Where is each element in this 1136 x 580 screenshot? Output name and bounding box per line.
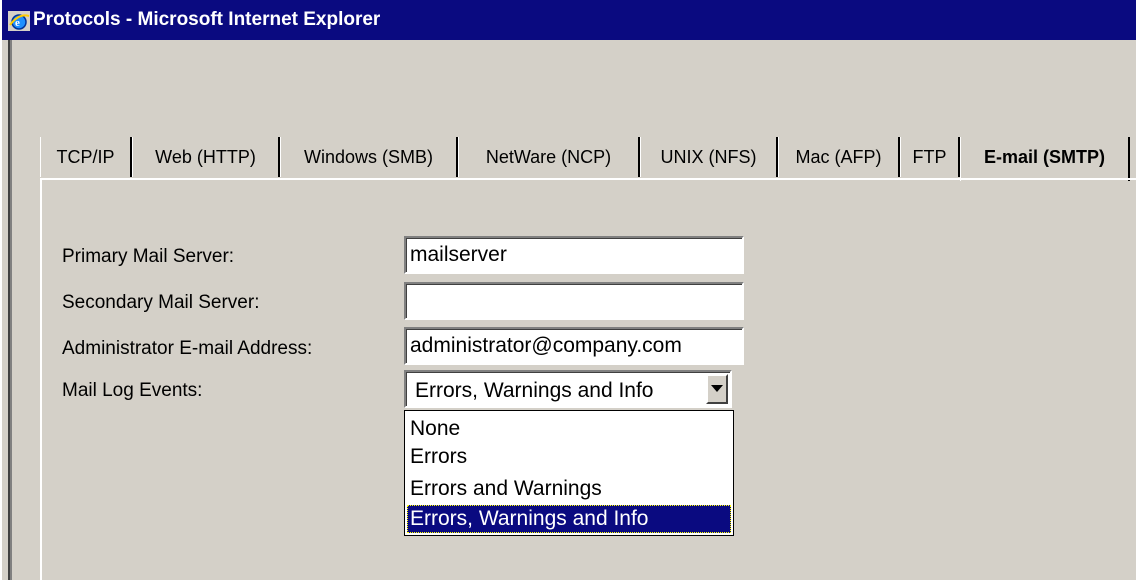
frame-shadow-line-inner xyxy=(10,40,12,580)
tab-unix-nfs[interactable]: UNIX (NFS) xyxy=(640,137,778,177)
tab-mac-afp[interactable]: Mac (AFP) xyxy=(778,137,900,177)
tab-netware-ncp[interactable]: NetWare (NCP) xyxy=(458,137,640,177)
tab-tcpip[interactable]: TCP/IP xyxy=(40,137,132,177)
secondary-mail-server-label: Secondary Mail Server: xyxy=(62,292,260,313)
tab-email-smtp[interactable]: E-mail (SMTP) xyxy=(960,137,1130,181)
tab-web-http[interactable]: Web (HTTP) xyxy=(132,137,280,177)
chevron-down-icon xyxy=(711,385,723,392)
mail-log-events-dropdown-list[interactable]: None Errors Errors and Warnings Errors, … xyxy=(404,410,734,536)
secondary-mail-server-input[interactable] xyxy=(404,282,744,320)
mail-log-events-select[interactable]: Errors, Warnings and Info xyxy=(404,370,732,408)
tab-windows-smb[interactable]: Windows (SMB) xyxy=(280,137,458,177)
mail-log-events-label: Mail Log Events: xyxy=(62,380,203,401)
select-current-value: Errors, Warnings and Info xyxy=(415,379,654,402)
option-none[interactable]: None xyxy=(407,415,731,443)
primary-mail-server-input[interactable]: mailserver xyxy=(404,236,744,274)
option-errors-warnings[interactable]: Errors and Warnings xyxy=(407,475,731,503)
window-title: Protocols - Microsoft Internet Explorer xyxy=(33,9,381,30)
dropdown-button[interactable] xyxy=(706,374,728,404)
admin-email-input[interactable]: administrator@company.com xyxy=(404,327,744,365)
panel-top-edge xyxy=(40,178,1136,180)
tab-ftp[interactable]: FTP xyxy=(900,137,960,177)
ie-icon: e xyxy=(8,11,30,31)
option-errors[interactable]: Errors xyxy=(407,443,731,471)
panel-left-edge xyxy=(40,178,42,580)
option-errors-warnings-info[interactable]: Errors, Warnings and Info xyxy=(407,505,731,533)
title-bar[interactable]: e Protocols - Microsoft Internet Explore… xyxy=(2,0,1136,40)
browser-window: e Protocols - Microsoft Internet Explore… xyxy=(0,0,1136,580)
admin-email-label: Administrator E-mail Address: xyxy=(62,338,313,359)
primary-mail-server-label: Primary Mail Server: xyxy=(62,246,235,267)
